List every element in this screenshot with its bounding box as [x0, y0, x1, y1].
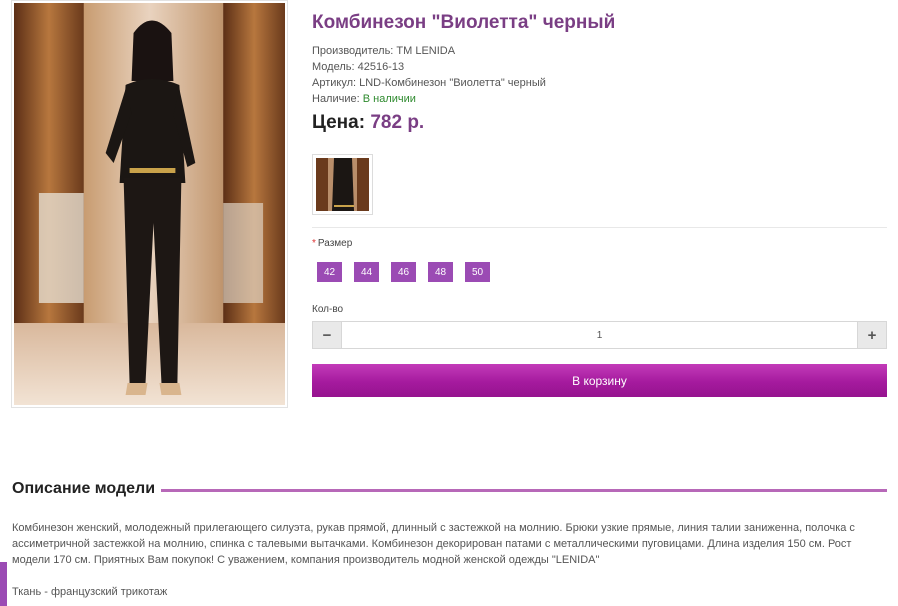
price-label: Цена: [312, 112, 366, 133]
quantity-increase-button[interactable]: + [858, 322, 886, 348]
availability-label: Наличие: [312, 93, 363, 105]
size-option-48[interactable]: 48 [428, 262, 453, 282]
price-value: 782 р. [370, 112, 425, 133]
thumbnail-graphic [316, 158, 369, 211]
quantity-stepper: − + [312, 321, 887, 349]
quantity-label: Кол-во [312, 304, 344, 315]
description-text: Комбинезон женский, молодежный прилегающ… [12, 522, 855, 566]
size-label: * Размер [312, 238, 352, 249]
availability-status: В наличии [362, 93, 416, 105]
product-title: Комбинезон "Виолетта" черный [312, 12, 616, 33]
add-to-cart-button[interactable]: В корзину [312, 364, 887, 397]
description-heading-line [161, 489, 887, 492]
price: Цена: 782 р. [312, 112, 424, 134]
size-option-44[interactable]: 44 [354, 262, 379, 282]
product-main-image[interactable] [11, 0, 288, 408]
size-option-50[interactable]: 50 [465, 262, 490, 282]
required-mark: * [312, 238, 316, 249]
manufacturer-text: Производитель: ТМ LENIDA [312, 45, 456, 57]
size-options: 42 44 46 48 50 [317, 262, 490, 282]
fabric-text: Ткань - французский трикотаж [12, 586, 168, 598]
description-heading: Описание модели [12, 480, 156, 497]
size-option-42[interactable]: 42 [317, 262, 342, 282]
quantity-decrease-button[interactable]: − [313, 322, 341, 348]
options-divider [312, 227, 887, 228]
product-photo-graphic [14, 3, 285, 405]
article-text: Артикул: LND-Комбинезон "Виолетта" черны… [312, 77, 546, 89]
product-meta: Производитель: ТМ LENIDA Модель: 42516-1… [312, 43, 546, 107]
side-tab[interactable] [0, 562, 7, 606]
quantity-input[interactable] [341, 322, 858, 348]
size-label-text: Размер [317, 238, 353, 249]
availability-row: Наличие: В наличии [312, 91, 546, 107]
size-option-46[interactable]: 46 [391, 262, 416, 282]
model-text: Модель: 42516-13 [312, 61, 405, 73]
product-thumbnail[interactable] [312, 154, 373, 215]
